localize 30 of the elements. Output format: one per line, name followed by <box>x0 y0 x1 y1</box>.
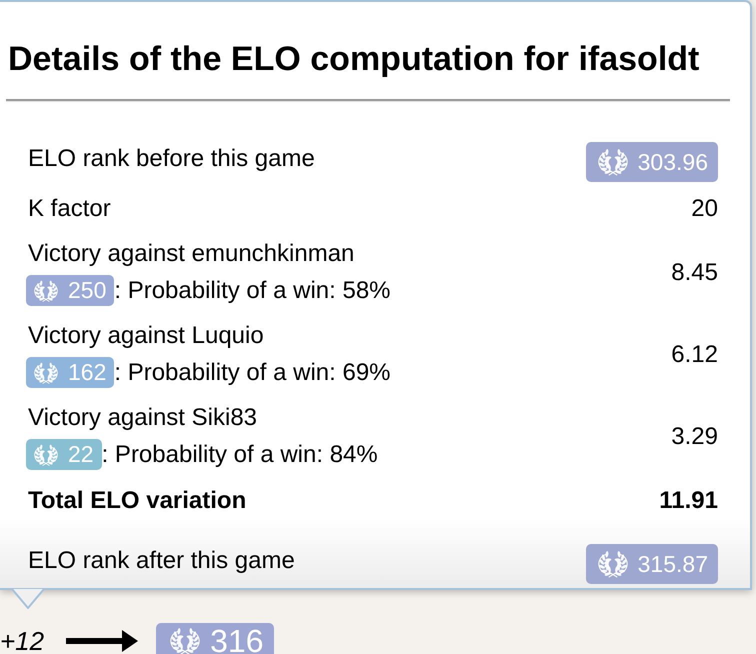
rank-value: 250 <box>68 279 106 302</box>
victory-label: Victory against emunchkinman <box>28 240 356 268</box>
row-label: ELO rank after this game <box>28 546 295 575</box>
win-probability: : Probability of a win: 84% <box>102 440 378 468</box>
rating-gain: 8.45 <box>671 259 718 287</box>
right-arrow-icon <box>66 630 138 652</box>
rank-value: 303.96 <box>638 150 708 174</box>
victory-label: Victory against Siki83 <box>28 404 258 432</box>
rating-change: +12 <box>0 626 44 654</box>
win-probability: : Probability of a win: 58% <box>114 276 391 304</box>
rank-value: 316 <box>210 625 264 654</box>
rating-gain: 6.12 <box>671 341 718 369</box>
rank-value: 315.87 <box>638 552 708 576</box>
laurel-icon <box>598 549 628 579</box>
total-label: Total ELO variation <box>28 487 246 515</box>
victory-label: Victory against Luquio <box>28 322 265 350</box>
laurel-icon <box>34 442 58 466</box>
popup-title: Details of the ELO computation for ifasoldt <box>8 39 700 79</box>
rating-gain: 3.29 <box>671 423 718 451</box>
win-probability: : Probability of a win: 69% <box>114 358 391 386</box>
rank-value: 22 <box>68 443 94 466</box>
rank-value: 162 <box>68 361 106 384</box>
row-label: K factor <box>28 195 111 223</box>
row-label: ELO rank before this game <box>28 144 315 173</box>
row-value: 20 <box>691 195 718 223</box>
laurel-icon <box>34 278 58 302</box>
laurel-icon <box>34 360 58 384</box>
total-value: 11.91 <box>659 487 718 515</box>
laurel-icon <box>170 626 200 654</box>
laurel-icon <box>598 147 628 177</box>
